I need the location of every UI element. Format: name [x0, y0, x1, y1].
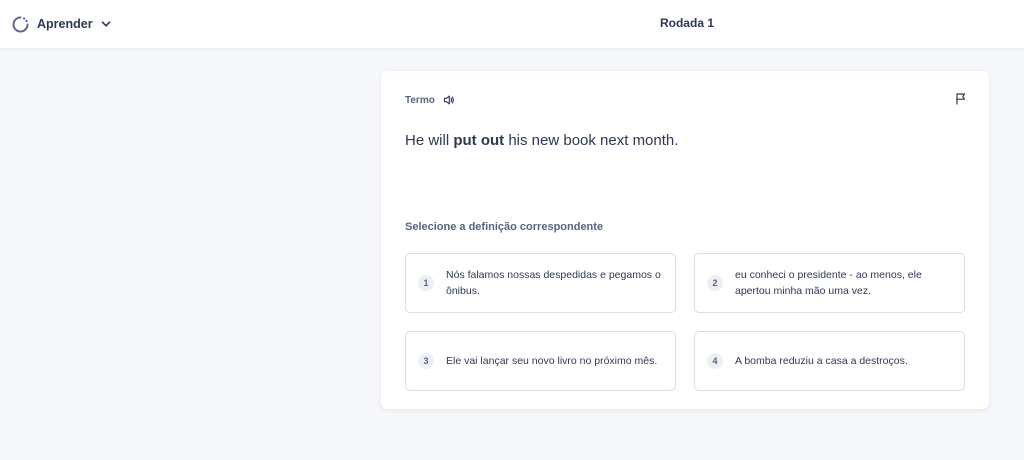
- term-sentence: He will put out his new book next month.: [405, 132, 678, 149]
- speaker-icon[interactable]: [443, 94, 455, 106]
- option-number: 4: [707, 353, 723, 369]
- top-bar: Aprender Rodada 1: [0, 0, 1024, 48]
- answer-option-1[interactable]: 1 Nós falamos nossas despedidas e pegamo…: [405, 253, 676, 313]
- answer-option-2[interactable]: 2 eu conheci o presidente - ao menos, el…: [694, 253, 965, 313]
- option-number: 1: [418, 275, 434, 291]
- sentence-before: He will: [405, 132, 454, 149]
- chevron-down-icon: [101, 21, 110, 27]
- sentence-after: his new book next month.: [504, 132, 679, 149]
- learn-progress-icon: [12, 16, 29, 32]
- answer-option-4[interactable]: 4 A bomba reduziu a casa a destroços.: [694, 331, 965, 391]
- option-text: Ele vai lançar seu novo livro no próximo…: [446, 355, 658, 367]
- term-header: Termo: [405, 94, 455, 106]
- study-mode-label: Aprender: [37, 17, 93, 31]
- option-text: Nós falamos nossas despedidas e pegamos …: [446, 269, 661, 297]
- option-number: 2: [707, 275, 723, 291]
- round-title: Rodada 1: [659, 16, 714, 30]
- option-text: eu conheci o presidente - ao menos, ele …: [735, 269, 922, 297]
- question-card: Termo He will put out his new book next …: [381, 71, 989, 409]
- option-number: 3: [418, 353, 434, 369]
- flag-icon[interactable]: [954, 92, 967, 105]
- highlighted-term: put out: [453, 132, 505, 149]
- answer-option-3[interactable]: 3 Ele vai lançar seu novo livro no próxi…: [405, 331, 676, 391]
- option-text: A bomba reduziu a casa a destroços.: [735, 355, 908, 367]
- study-mode-dropdown[interactable]: Aprender: [11, 14, 111, 34]
- term-label: Termo: [405, 94, 435, 106]
- answer-prompt: Selecione a definição correspondente: [405, 221, 604, 233]
